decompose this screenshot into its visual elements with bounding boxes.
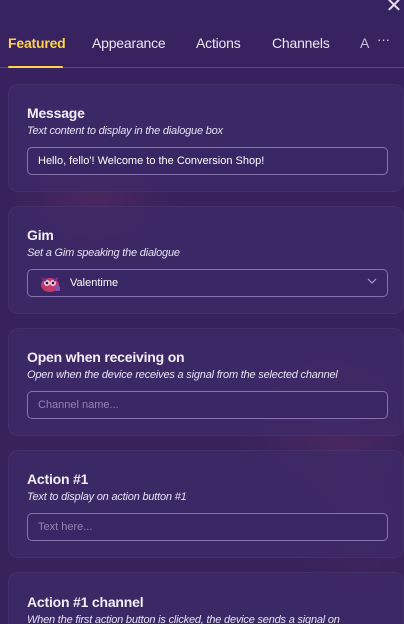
open-when-title: Open when receiving on (27, 349, 185, 365)
tab-actions[interactable]: Actions (196, 35, 241, 51)
gim-description: Set a Gim speaking the dialogue (27, 247, 180, 259)
gim-avatar-icon (38, 274, 60, 292)
gim-card: Gim Set a Gim speaking the dialogue Vale… (8, 206, 404, 314)
chevron-down-icon (367, 276, 377, 288)
open-when-description: Open when the device receives a signal f… (27, 369, 338, 381)
message-card: Message Text content to display in the d… (8, 84, 404, 192)
gim-title: Gim (27, 227, 54, 243)
message-description: Text content to display in the dialogue … (27, 125, 223, 137)
tab-appearance[interactable]: Appearance (92, 35, 166, 51)
more-tabs-icon[interactable]: ··· (377, 32, 390, 47)
tab-channels[interactable]: Channels (272, 35, 330, 51)
action1-channel-card: Action #1 channel When the first action … (8, 572, 404, 624)
tab-truncated[interactable]: A (360, 35, 369, 51)
tab-bar: Featured Appearance Actions Channels A ·… (0, 24, 404, 68)
channel-name-input[interactable]: Channel name... (27, 391, 388, 419)
open-when-card: Open when receiving on Open when the dev… (8, 328, 404, 436)
action1-description: Text to display on action button #1 (27, 491, 187, 503)
tab-featured[interactable]: Featured (8, 35, 66, 51)
active-tab-indicator (8, 66, 63, 68)
action1-channel-title: Action #1 channel (27, 594, 144, 610)
action1-text-placeholder: Text here... (38, 521, 93, 533)
action1-title: Action #1 (27, 471, 89, 487)
message-input-value: Hello, fello'! Welcome to the Conversion… (38, 155, 265, 167)
message-title: Message (27, 105, 85, 121)
action1-card: Action #1 Text to display on action butt… (8, 450, 404, 558)
close-icon[interactable]: ✕ (384, 0, 404, 16)
channel-name-placeholder: Channel name... (38, 399, 119, 411)
message-input[interactable]: Hello, fello'! Welcome to the Conversion… (27, 147, 388, 175)
gim-select-value: Valentime (70, 277, 119, 289)
action1-text-input[interactable]: Text here... (27, 513, 388, 541)
gim-select[interactable]: Valentime (27, 269, 388, 297)
action1-channel-description: When the first action button is clicked,… (27, 614, 340, 624)
